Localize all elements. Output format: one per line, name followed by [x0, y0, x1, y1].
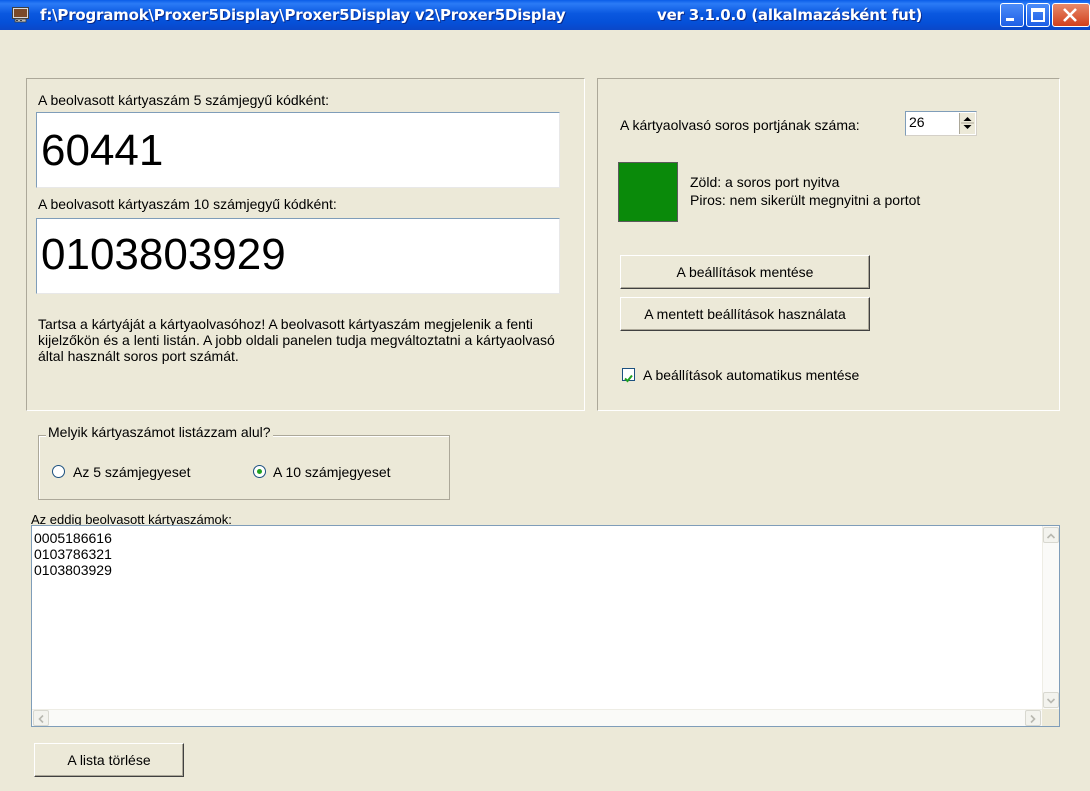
close-icon: [1063, 8, 1077, 22]
display-5digit: 60441: [36, 112, 560, 188]
save-settings-button[interactable]: A beállítások mentése: [620, 255, 870, 289]
port-value[interactable]: 26: [909, 114, 925, 130]
window-title-version: ver 3.1.0.0 (alkalmazásként fut): [657, 6, 923, 24]
close-button[interactable]: [1052, 3, 1090, 27]
list-item[interactable]: 0103786321: [34, 546, 112, 562]
scroll-down-button[interactable]: [1043, 692, 1059, 708]
list-item[interactable]: 0103803929: [34, 562, 112, 578]
maximize-button[interactable]: [1026, 3, 1050, 27]
spin-arrows-icon[interactable]: [960, 113, 975, 133]
chevron-down-icon: [1046, 698, 1056, 704]
check-icon: [624, 374, 633, 383]
status-red-text: Piros: nem sikerült megnyitni a portot: [690, 192, 921, 208]
card-list[interactable]: 0005186616 0103786321 0103803929: [31, 525, 1060, 727]
chevron-up-icon: [1046, 533, 1056, 539]
port-label: A kártyaolvasó soros portjának száma:: [620, 117, 860, 133]
window-title-path: f:\Programok\Proxer5Display\Proxer5Displ…: [40, 6, 566, 24]
label-5digit: A beolvasott kártyaszám 5 számjegyű kódk…: [38, 92, 330, 108]
info-text: Tartsa a kártyáját a kártyaolvasóhoz! A …: [38, 316, 555, 364]
radio-10digit[interactable]: [253, 465, 266, 478]
horizontal-scrollbar[interactable]: [32, 709, 1042, 726]
radio-5digit-label[interactable]: Az 5 számjegyeset: [73, 464, 191, 480]
chevron-left-icon: [38, 714, 44, 724]
scroll-right-button[interactable]: [1025, 710, 1041, 726]
port-spinner[interactable]: 26: [905, 111, 977, 136]
title-bar[interactable]: f:\Programok\Proxer5Display\Proxer5Displ…: [0, 0, 1090, 30]
scrollbar-corner: [1042, 709, 1059, 726]
card-list-items: 0005186616 0103786321 0103803929: [34, 530, 112, 578]
minimize-button[interactable]: [1000, 3, 1024, 27]
status-green-text: Zöld: a soros port nyitva: [690, 174, 840, 190]
clear-list-button[interactable]: A lista törlése: [34, 743, 184, 777]
app-icon: [12, 7, 29, 23]
scroll-left-button[interactable]: [33, 710, 49, 726]
display-10digit: 0103803929: [36, 218, 560, 294]
list-item[interactable]: 0005186616: [34, 530, 112, 546]
autosave-label[interactable]: A beállítások automatikus mentése: [643, 367, 859, 383]
chevron-right-icon: [1030, 714, 1036, 724]
label-10digit: A beolvasott kártyaszám 10 számjegyű kód…: [38, 196, 337, 212]
radio-5digit[interactable]: [52, 465, 65, 478]
autosave-checkbox[interactable]: [622, 368, 635, 383]
list-format-legend: Melyik kártyaszámot listázzam alul?: [46, 424, 273, 440]
radio-10digit-label[interactable]: A 10 számjegyeset: [273, 464, 391, 480]
load-settings-button[interactable]: A mentett beállítások használata: [620, 297, 870, 331]
main-window: f:\Programok\Proxer5Display\Proxer5Displ…: [0, 0, 1090, 791]
minimize-icon: [1006, 18, 1014, 21]
value-5digit: 60441: [41, 126, 164, 175]
value-10digit: 0103803929: [41, 230, 286, 279]
scroll-up-button[interactable]: [1043, 527, 1059, 543]
vertical-scrollbar[interactable]: [1042, 526, 1059, 709]
port-status-indicator: [618, 162, 678, 222]
spin-buttons[interactable]: [959, 113, 975, 134]
maximize-icon: [1031, 8, 1045, 22]
